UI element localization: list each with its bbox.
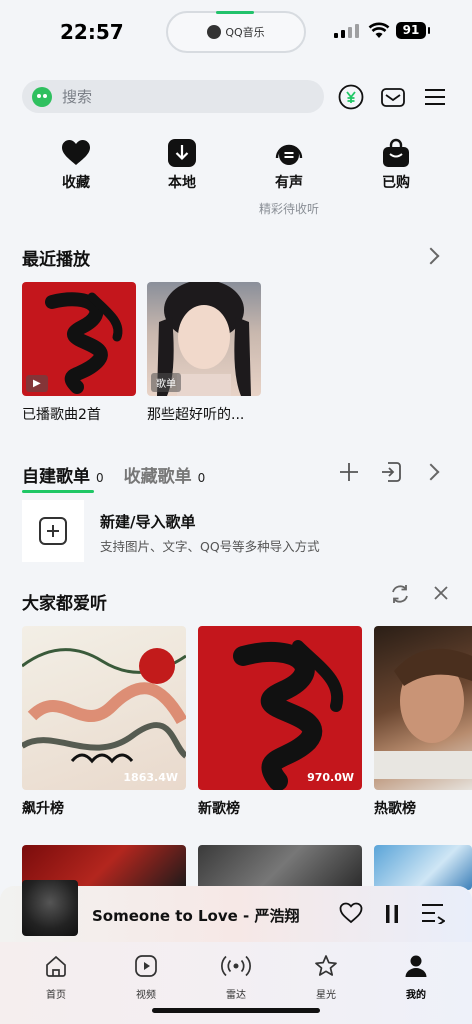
chart-cover — [374, 626, 472, 790]
heart-outline-icon[interactable] — [339, 902, 363, 924]
quick-audiobooks[interactable]: 有声 精彩待收听 — [259, 138, 319, 217]
created-count: 0 — [96, 471, 104, 485]
new-playlist-button[interactable] — [22, 500, 84, 562]
quick-label: 有声 — [275, 175, 303, 191]
menu-icon[interactable] — [422, 84, 448, 110]
chart-card-partial[interactable] — [198, 845, 362, 890]
add-box-icon — [39, 517, 67, 545]
close-icon[interactable] — [433, 585, 449, 601]
mini-player[interactable]: Someone to Love - 严浩翔 — [0, 880, 472, 942]
album-cover: ▶ — [22, 282, 136, 396]
portrait-art — [374, 648, 472, 779]
playlist-tabs: 自建歌单 0 收藏歌单 0 — [22, 462, 225, 493]
status-bar: 22:57 QQ音乐 91 — [0, 0, 472, 62]
vip-coin-icon[interactable] — [338, 84, 364, 110]
qq-music-icon — [207, 25, 222, 39]
play-count: 970.0W — [307, 771, 354, 784]
add-icon[interactable] — [339, 462, 359, 482]
heart-icon — [62, 140, 90, 165]
island-label: QQ音乐 — [225, 26, 265, 39]
tab-mine[interactable]: 我的 — [386, 954, 446, 1001]
battery-icon: 91 — [396, 22, 430, 39]
shopping-bag-icon — [383, 138, 409, 167]
home-icon — [46, 955, 66, 977]
person-icon — [405, 955, 427, 977]
home-indicator[interactable] — [152, 1008, 320, 1013]
wifi-icon — [368, 22, 390, 38]
tab-label: 雷达 — [226, 990, 246, 1001]
playlist-badge: 歌单 — [151, 373, 181, 392]
recent-title: 最近播放 — [22, 250, 90, 270]
chart-card-rising[interactable]: 1863.4W 飙升榜 — [22, 626, 186, 818]
tab-label: 首页 — [46, 990, 66, 1001]
tab-home[interactable]: 首页 — [26, 954, 86, 1001]
playlist-queue-icon[interactable] — [421, 902, 445, 924]
island-progress — [216, 11, 254, 14]
radar-icon — [221, 955, 251, 977]
play-count: 1863.4W — [123, 771, 178, 784]
search-bar[interactable]: 搜索 — [22, 80, 324, 113]
search-placeholder: 搜索 — [62, 88, 93, 106]
playlist-cover: 歌单 — [147, 282, 261, 396]
quick-local[interactable]: 本地 — [152, 138, 212, 192]
now-playing-title: Someone to Love - 严浩翔 — [92, 907, 300, 925]
ink-painting-art — [22, 648, 186, 764]
quick-label: 已购 — [382, 175, 410, 191]
new-playlist-title[interactable]: 新建/导入歌单 — [100, 511, 195, 532]
tab-favorited-playlists[interactable]: 收藏歌单 — [124, 462, 192, 487]
chart-card-new[interactable]: 970.0W 新歌榜 — [198, 626, 362, 818]
chart-cover: 970.0W — [198, 626, 362, 790]
recent-caption: 那些超好听的... — [147, 407, 245, 423]
calligraphy-art — [233, 640, 344, 790]
refresh-icon[interactable] — [389, 583, 411, 605]
status-time: 22:57 — [60, 20, 124, 44]
tab-starlight[interactable]: 星光 — [296, 954, 356, 1001]
new-playlist-subtitle: 支持图片、文字、QQ号等多种导入方式 — [100, 539, 320, 554]
quick-purchased[interactable]: 已购 — [366, 138, 426, 192]
dynamic-island[interactable]: QQ音乐 — [166, 11, 306, 53]
quick-favorites[interactable]: 收藏 — [46, 138, 106, 192]
quick-label: 收藏 — [62, 175, 90, 191]
headphones-icon — [275, 144, 303, 165]
chevron-right-icon[interactable] — [422, 463, 440, 481]
chart-card-partial[interactable] — [374, 845, 472, 890]
mail-icon[interactable] — [380, 84, 406, 110]
cellular-signal-icon — [334, 24, 359, 38]
tab-label: 星光 — [316, 990, 336, 1001]
chart-caption: 新歌榜 — [198, 801, 240, 817]
quick-label: 本地 — [168, 175, 196, 191]
chart-card-hot[interactable]: 热歌榜 — [374, 626, 472, 818]
recent-caption: 已播歌曲2首 — [22, 407, 101, 423]
chart-caption: 飙升榜 — [22, 801, 64, 817]
pause-icon[interactable] — [384, 904, 400, 924]
recent-card[interactable]: ▶ 已播歌曲2首 — [22, 282, 136, 424]
tab-label: 我的 — [406, 990, 426, 1001]
tab-radar[interactable]: 雷达 — [206, 954, 266, 1001]
import-icon[interactable] — [380, 461, 402, 483]
everyone-title: 大家都爱听 — [22, 594, 107, 614]
chart-caption: 热歌榜 — [374, 801, 416, 817]
chart-cover: 1863.4W — [22, 626, 186, 790]
tab-video[interactable]: 视频 — [116, 954, 176, 1001]
play-badge-icon: ▶ — [26, 375, 48, 392]
recent-card[interactable]: 歌单 那些超好听的... — [147, 282, 261, 424]
chevron-right-icon[interactable] — [422, 247, 440, 265]
qq-mascot-icon — [32, 86, 52, 107]
now-playing-cover[interactable] — [22, 880, 78, 936]
favorited-count: 0 — [197, 471, 206, 485]
tab-label: 视频 — [136, 990, 156, 1001]
quick-sublabel: 精彩待收听 — [258, 202, 319, 216]
star-icon — [315, 955, 337, 976]
download-icon — [168, 139, 196, 167]
video-icon — [135, 955, 157, 977]
tab-created-playlists[interactable]: 自建歌单 — [22, 462, 94, 493]
